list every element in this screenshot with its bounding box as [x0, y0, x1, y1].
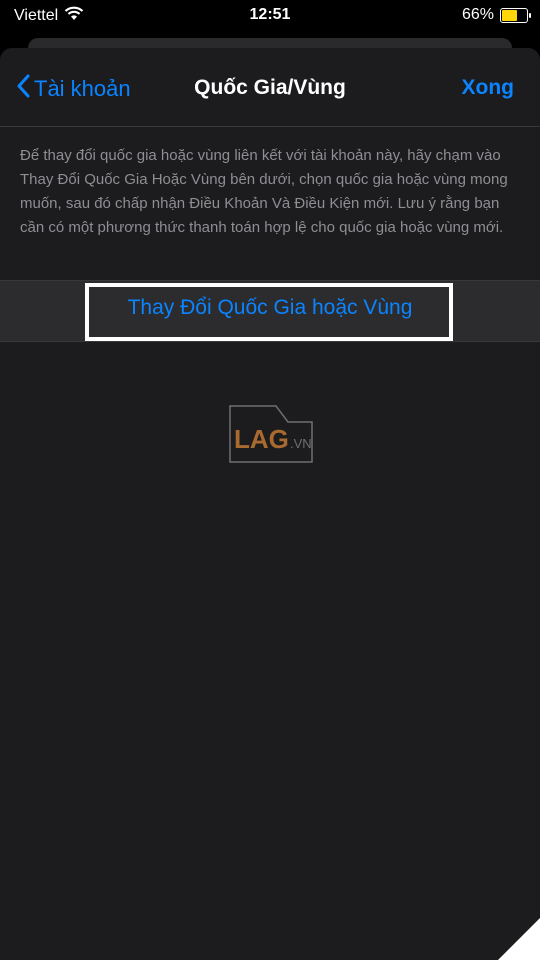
battery-icon [500, 7, 531, 23]
battery-fill [502, 9, 517, 21]
page-title: Quốc Gia/Vùng [194, 76, 346, 99]
status-right: 66% [461, 6, 531, 24]
svg-text:LAG: LAG [234, 424, 289, 454]
status-bar: Viettel 12:51 66% [0, 0, 540, 30]
change-region-row[interactable]: Thay Đổi Quốc Gia hoặc Vùng [0, 280, 540, 342]
status-time: 12:51 [249, 6, 291, 23]
modal-sheet: Tài khoản Quốc Gia/Vùng Xong Để thay đổi… [0, 48, 540, 960]
navigation-bar: Tài khoản Quốc Gia/Vùng Xong [0, 48, 540, 127]
battery-percent: 66% [461, 6, 494, 23]
watermark-logo: LAG .VN [228, 404, 314, 464]
change-region-button[interactable]: Thay Đổi Quốc Gia hoặc Vùng [0, 296, 540, 320]
corner-decoration [498, 918, 540, 960]
svg-text:.VN: .VN [290, 436, 312, 451]
done-button[interactable]: Xong [462, 76, 515, 100]
description-text: Để thay đổi quốc gia hoặc vùng liên kết … [20, 147, 508, 236]
